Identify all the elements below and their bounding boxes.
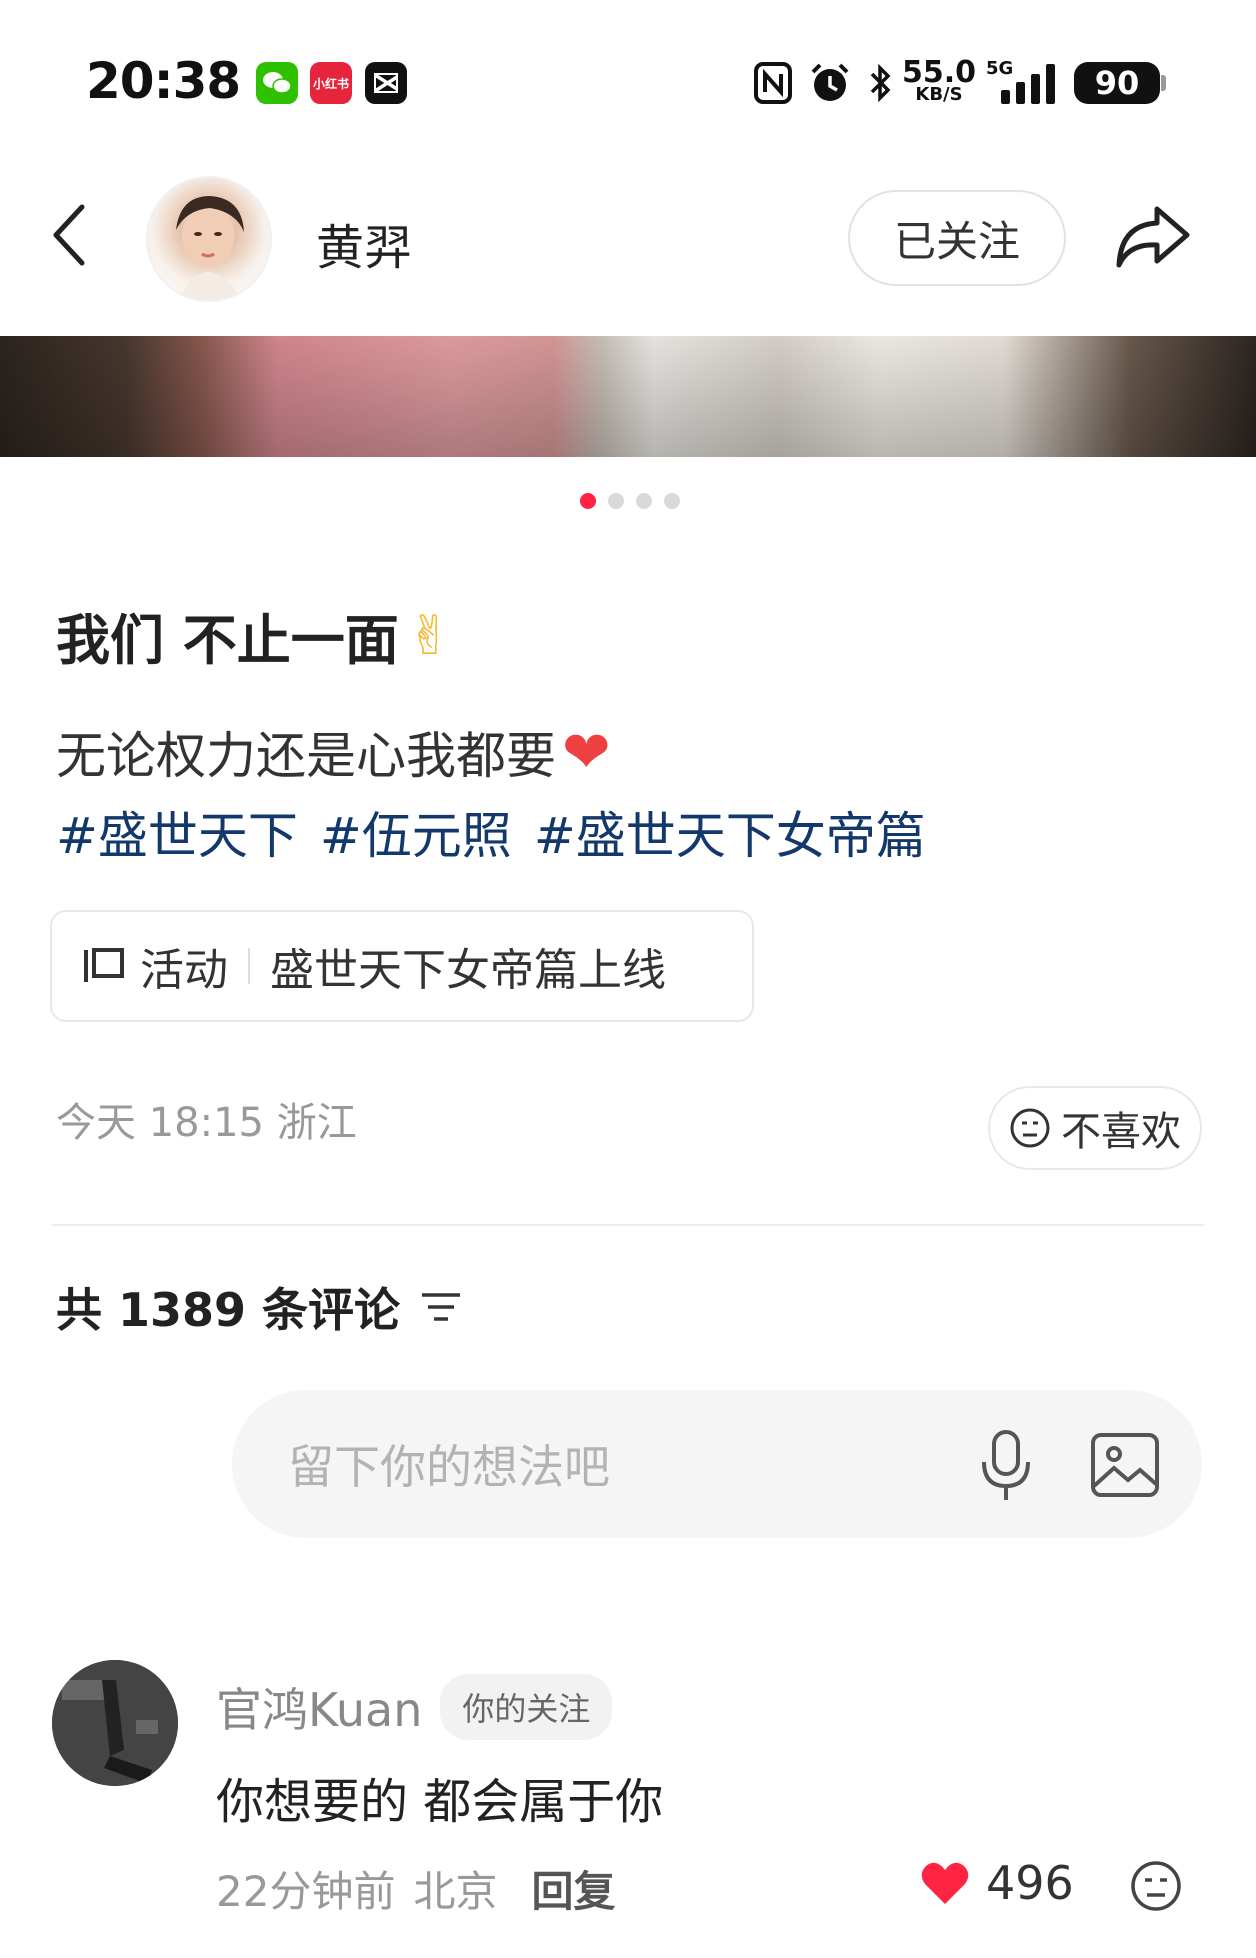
author-avatar[interactable]	[146, 176, 272, 302]
tag-link[interactable]: #盛世天下女帝篇	[534, 796, 926, 868]
victory-hand-emoji: ✌	[406, 604, 453, 667]
alarm-icon	[808, 60, 852, 106]
author-name[interactable]: 黄羿	[316, 208, 412, 278]
activity-title: 盛世天下女帝篇上线	[270, 945, 666, 996]
comment-input-placeholder: 留下你的想法吧	[288, 1440, 610, 1494]
carousel-indicator	[580, 493, 680, 509]
comment-like-count: 496	[986, 1856, 1074, 1910]
status-bar: 20:38 小红书 55.0 KB/S 5G 90	[0, 0, 1256, 170]
share-button[interactable]	[1112, 196, 1192, 276]
post-body-text: 无论权力还是心我都要	[56, 727, 556, 785]
comment-count-header: 共 1389 条评论	[56, 1274, 462, 1340]
carousel-dot	[608, 493, 624, 509]
carousel-dot	[636, 493, 652, 509]
commenter-name[interactable]: 官鸿Kuan	[216, 1674, 422, 1740]
image-upload-button[interactable]	[1090, 1430, 1160, 1500]
signal-icon: 5G	[986, 58, 1064, 106]
dislike-label: 不喜欢	[1061, 1109, 1181, 1155]
activity-flag-icon	[84, 948, 124, 982]
heart-filled-icon	[921, 1862, 969, 1904]
neutral-face-icon	[1010, 1108, 1050, 1148]
commenter-avatar-image	[52, 1660, 178, 1786]
microphone-icon	[982, 1430, 1030, 1500]
comment-meta: 22分钟前 北京 回复	[216, 1858, 615, 1919]
network-speed: 55.0 KB/S	[902, 58, 976, 104]
comment-input[interactable]: 留下你的想法吧	[232, 1390, 1202, 1538]
comment-count: 共 1389 条评论	[56, 1283, 401, 1337]
post-meta: 今天 18:15 浙江	[56, 1100, 357, 1146]
network-type-label: 5G	[986, 58, 1014, 79]
comment-dislike-button[interactable]	[1128, 1858, 1184, 1914]
author-avatar-image	[176, 196, 244, 300]
dislike-button[interactable]: 不喜欢	[988, 1086, 1202, 1170]
comment-user: 官鸿Kuan 你的关注	[216, 1674, 613, 1740]
commenter-avatar[interactable]	[52, 1660, 178, 1786]
comment-text[interactable]: 你想要的 都会属于你	[216, 1762, 663, 1832]
comment-time: 22分钟前	[216, 1867, 396, 1916]
comment-like-button[interactable]: 496	[920, 1856, 1074, 1910]
sort-filter-icon[interactable]	[420, 1289, 462, 1325]
activity-divider	[248, 948, 250, 984]
post-tags: #盛世天下 #伍元照 #盛世天下女帝篇	[56, 796, 926, 868]
section-divider	[52, 1224, 1204, 1226]
bluetooth-icon	[866, 60, 896, 106]
carousel-dot	[664, 493, 680, 509]
post-title: 我们 不止一面 ✌	[56, 596, 452, 675]
image-icon	[1091, 1433, 1159, 1497]
status-time: 20:38	[86, 52, 241, 110]
activity-card[interactable]: 活动 盛世天下女帝篇上线	[50, 910, 754, 1022]
following-badge: 你的关注	[440, 1674, 613, 1740]
post-body: 无论权力还是心我都要 ❤	[56, 716, 611, 788]
neutral-face-icon	[1131, 1861, 1181, 1911]
note-detail-page: 20:38 小红书 55.0 KB/S 5G 90 黄羿 已关注 我们 不止一面…	[0, 0, 1256, 1958]
reply-button[interactable]: 回复	[531, 1858, 615, 1919]
follow-button[interactable]: 已关注	[848, 190, 1066, 286]
nfc-icon	[752, 60, 794, 106]
post-image-carousel[interactable]	[0, 336, 1256, 457]
post-title-text: 我们 不止一面	[56, 609, 399, 672]
tag-link[interactable]: #盛世天下	[56, 796, 298, 868]
back-button[interactable]	[48, 200, 98, 270]
comment-location: 北京	[413, 1867, 498, 1916]
post-image	[0, 336, 1256, 457]
battery-tip	[1161, 75, 1166, 91]
tag-link[interactable]: #伍元照	[320, 796, 512, 868]
red-heart-emoji: ❤	[562, 718, 611, 786]
share-icon	[1116, 206, 1190, 268]
wechat-icon	[256, 62, 298, 104]
activity-label: 活动	[140, 945, 228, 996]
xiaohongshu-icon: 小红书	[310, 62, 352, 104]
capcut-icon	[365, 62, 407, 104]
xiaohongshu-icon-label: 小红书	[312, 76, 349, 91]
carousel-dot	[580, 493, 596, 509]
battery-indicator: 90	[1074, 62, 1160, 104]
microphone-button[interactable]	[976, 1428, 1036, 1504]
chevron-left-icon	[53, 204, 85, 266]
